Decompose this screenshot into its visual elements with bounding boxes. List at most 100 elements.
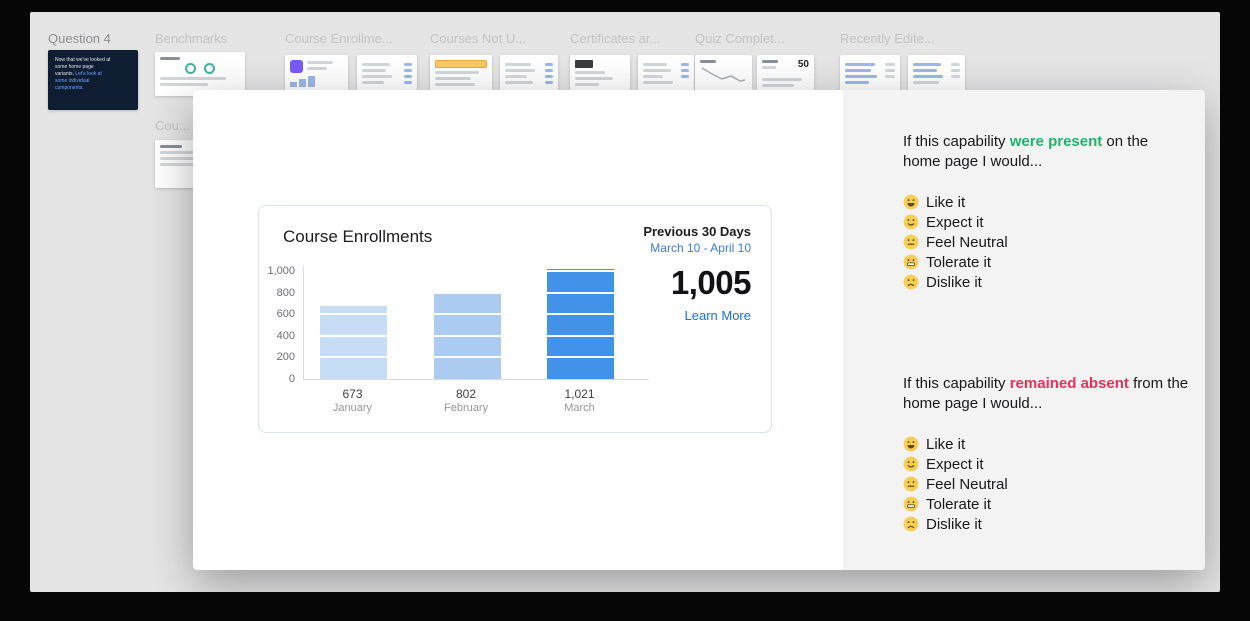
- thumbnail-placeholder: [643, 69, 671, 72]
- chart-gridline: [304, 291, 649, 294]
- thumbnail-placeholder: [681, 75, 689, 78]
- thumbnail-placeholder: [404, 75, 412, 78]
- thumbnail-placeholder: [435, 83, 475, 86]
- survey-options-absent: Like it Expect it Feel Neutral Tolerate it D…: [903, 434, 1008, 534]
- neutral-face-icon: [903, 234, 919, 250]
- thumbnail-placeholder: [545, 81, 553, 84]
- neutral-face-icon: [903, 476, 919, 492]
- chart-x-labels: January February March: [303, 402, 648, 415]
- grimace-face-icon: [903, 254, 919, 270]
- y-axis-tick-label: 1,000: [267, 265, 295, 277]
- thumbnail-placeholder: [362, 63, 390, 66]
- thumbnail-placeholder: [505, 69, 535, 72]
- stat-period-label: Previous 30 Days: [643, 224, 751, 239]
- thumbnail-placeholder: [435, 77, 471, 80]
- survey-option: Feel Neutral: [903, 474, 1008, 494]
- absent-highlight: remained absent: [1009, 375, 1129, 392]
- section-title-quiz-completions: Quiz Complet...: [695, 31, 785, 46]
- section-title-certificates: Certificates ar...: [570, 31, 661, 46]
- thumbnail-placeholder: [762, 78, 802, 81]
- thumbnail-placeholder: [404, 63, 412, 66]
- thumbnail-placeholder: [308, 76, 315, 87]
- thumbnail-placeholder: [913, 81, 939, 84]
- survey-question-text: If this capability: [903, 375, 1010, 392]
- sparkline-chart-icon: [701, 67, 746, 82]
- thumbnail-placeholder: [885, 69, 895, 72]
- thumbnail-placeholder: [575, 83, 599, 86]
- survey-option: Tolerate it: [903, 494, 1008, 514]
- thumbnail-placeholder: [885, 63, 895, 66]
- thumbnail-placeholder: [290, 82, 297, 87]
- thumbnail-placeholder: [160, 145, 182, 148]
- learn-more-link[interactable]: Learn More: [643, 308, 751, 324]
- section-title-question-4: Question 4: [48, 31, 111, 46]
- stat-period-range: March 10 - April 10: [650, 241, 751, 255]
- thumbnail-placeholder: [404, 81, 412, 84]
- smile-face-icon: [903, 214, 919, 230]
- stat-card-title: Course Enrollments: [283, 227, 433, 246]
- bar-category-label: February: [443, 402, 489, 414]
- chart-gridline: [304, 270, 649, 272]
- survey-option: Dislike it: [903, 514, 1008, 534]
- survey-option: Dislike it: [903, 272, 1008, 292]
- present-highlight: were present: [1009, 133, 1103, 150]
- slide-thumbnail-question-4[interactable]: Now that we've looked at some home page …: [48, 50, 138, 110]
- survey-option: Like it: [903, 192, 1008, 212]
- thumbnail-placeholder: [845, 81, 869, 84]
- thumbnail-placeholder: [362, 69, 386, 72]
- chart-y-axis: 0 200 400 600 800 1,000: [259, 265, 295, 385]
- thumbnail-placeholder: [435, 71, 479, 74]
- survey-option: Like it: [903, 434, 1008, 454]
- thumbnail-placeholder: [913, 69, 937, 72]
- survey-option-label: Dislike it: [926, 273, 982, 291]
- thumbnail-placeholder: [404, 69, 412, 72]
- survey-option-label: Feel Neutral: [926, 475, 1008, 493]
- survey-question-present: If this capability were present on the h…: [903, 132, 1161, 172]
- thumbnail-placeholder: [845, 75, 877, 78]
- thumbnail-placeholder: [505, 81, 533, 84]
- survey-option: Expect it: [903, 454, 1008, 474]
- bar-value-label: 802: [455, 387, 477, 401]
- survey-panel: If this capability were present on the h…: [843, 90, 1205, 570]
- survey-question-text: If this capability: [903, 133, 1010, 150]
- chart-gridline: [304, 313, 649, 316]
- y-axis-tick-label: 400: [276, 329, 295, 342]
- frown-face-icon: [903, 274, 919, 290]
- thumbnail-placeholder: [762, 66, 776, 69]
- bar-category-label: March: [564, 402, 595, 414]
- survey-option-label: Tolerate it: [926, 495, 992, 513]
- thumbnail-placeholder: [762, 60, 778, 63]
- thumbnail-placeholder: [951, 69, 960, 72]
- stat-number-placeholder: [575, 60, 593, 68]
- section-title-benchmarks: Benchmarks: [155, 31, 228, 46]
- survey-option-label: Expect it: [926, 213, 984, 231]
- grin-face-icon: [903, 194, 919, 210]
- bar-chart-plot: [303, 266, 649, 380]
- thumbnail-placeholder: [160, 83, 208, 86]
- thumbnail-placeholder: [362, 75, 392, 78]
- bar-january: [320, 306, 387, 379]
- thumbnail-placeholder: [643, 63, 667, 66]
- thumbnail-placeholder: [545, 75, 553, 78]
- thumbnail-placeholder: [362, 81, 384, 84]
- thumbnail-placeholder: [575, 71, 605, 74]
- survey-option-label: Like it: [926, 193, 966, 211]
- gauge-ring-icon: [185, 63, 196, 74]
- bar-category-label: January: [332, 402, 373, 414]
- thumbnail-placeholder: [575, 77, 613, 80]
- thumbnail-text-block: Now that we've looked at some home page …: [53, 55, 115, 94]
- bar-value-label: 673: [342, 387, 363, 401]
- y-axis-tick-label: 200: [276, 351, 295, 364]
- thumbnail-placeholder: [845, 69, 871, 72]
- bar-march: [547, 269, 614, 379]
- question-detail-modal: Course Enrollments Previous 30 Days Marc…: [193, 90, 1205, 570]
- thumbnail-placeholder: [545, 69, 553, 72]
- thumbnail-placeholder: [762, 84, 794, 87]
- section-title-courses-not-used: Courses Not U...: [430, 31, 527, 46]
- section-title-course-enrollments: Course Enrollme...: [285, 31, 393, 46]
- survey-option-label: Dislike it: [926, 515, 982, 533]
- survey-options-present: Like it Expect it Feel Neutral Tolerate it D…: [903, 192, 1008, 292]
- grin-face-icon: [903, 436, 919, 452]
- chart-gridline: [304, 356, 649, 359]
- thumbnail-placeholder: [845, 63, 875, 66]
